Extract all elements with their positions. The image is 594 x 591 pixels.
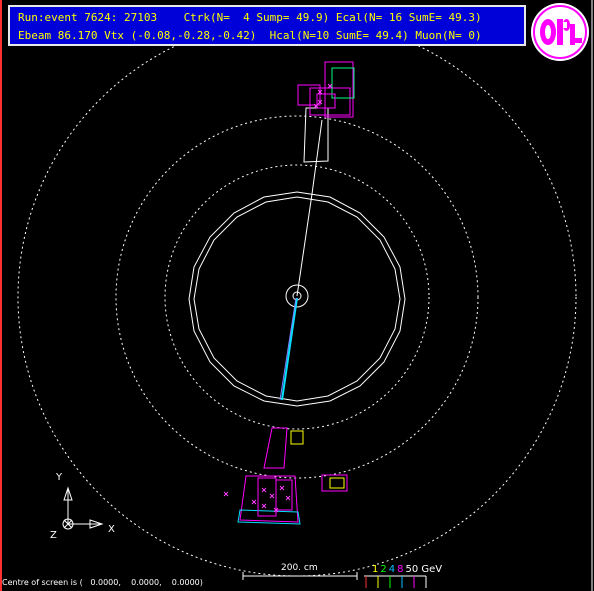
ecal-hits-lower	[223, 485, 291, 513]
ecal-block-upper-3	[324, 61, 354, 118]
hcal-yellow-box-2	[321, 474, 348, 492]
energy-legend-item: 50 GeV	[405, 564, 443, 575]
opal-logo	[531, 3, 589, 61]
header-line-1: Run:event 7624: 27103 Ctrk(N= 4 Sump= 49…	[18, 11, 482, 24]
centre-of-screen-text: Centre of screen is ( 0.0000, 0.0000, 0.…	[2, 578, 203, 587]
ecal-block-upper-2	[309, 87, 351, 116]
x-axis-label: X	[108, 524, 115, 535]
hcal-tower-upper	[303, 107, 329, 163]
hcal-yellow-box-3	[329, 477, 345, 489]
scale-label: 200. cm	[281, 563, 318, 573]
event-info-header: Run:event 7624: 27103 Ctrk(N= 4 Sump= 49…	[8, 5, 526, 46]
event-display-screen: Run:event 7624: 27103 Ctrk(N= 4 Sump= 49…	[0, 0, 594, 591]
detector-view	[0, 0, 593, 591]
track-upper-ext	[311, 119, 323, 195]
track-lower-cyan-1	[281, 297, 298, 401]
axes-indicator	[62, 486, 104, 530]
header-line-2: Ebeam 86.170 Vtx (-0.08,-0.28,-0.42) Hca…	[18, 29, 482, 42]
ecal-dashed-ring	[164, 164, 430, 430]
energy-legend-item: 8	[397, 564, 404, 575]
track-lower-cyan-2	[279, 297, 297, 401]
energy-legend-item: 4	[388, 564, 396, 575]
track-upper	[296, 193, 313, 297]
energy-legend-item: 1	[372, 564, 379, 575]
energy-legend-bars	[364, 575, 427, 588]
y-axis-label: Y	[56, 472, 63, 483]
energy-legend-item: 2	[380, 564, 387, 575]
energy-legend: 1 2 4 8 50 GeV	[372, 564, 442, 575]
hcal-tower-lower	[263, 427, 288, 469]
hcal-dashed-ring	[115, 115, 479, 479]
outer-dashed-ring	[17, 17, 577, 577]
hcal-yellow-box-1	[290, 430, 304, 445]
ecal-block-lower-inner-2	[275, 479, 293, 511]
z-axis-label: Z	[50, 530, 57, 541]
